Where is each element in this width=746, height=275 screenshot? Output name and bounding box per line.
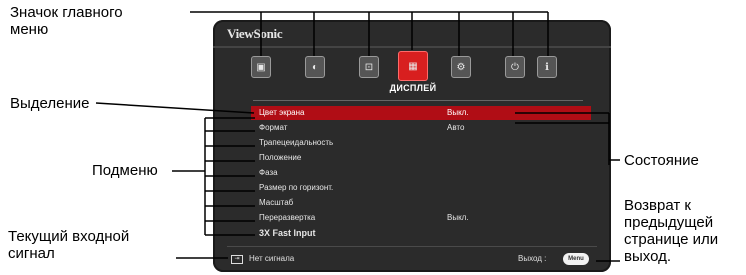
callout-leader-lines	[95, 11, 620, 262]
